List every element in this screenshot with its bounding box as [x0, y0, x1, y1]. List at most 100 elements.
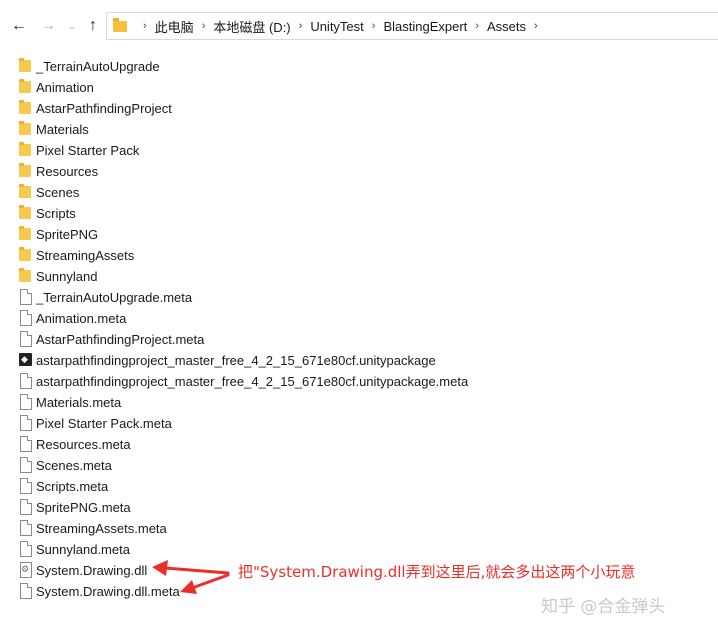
up-button[interactable]: ↑: [83, 16, 103, 36]
document-icon: [18, 499, 32, 515]
file-name: SpritePNG: [36, 226, 99, 242]
file-name: astarpathfindingproject_master_free_4_2_…: [36, 352, 436, 368]
document-icon: [18, 520, 32, 536]
navigation-bar: ← → ⌄ ↑ › 此电脑 › 本地磁盘 (D:) › UnityTest › …: [0, 0, 718, 52]
file-item[interactable]: System.Drawing.dll: [18, 560, 147, 580]
folder-icon: [18, 58, 32, 74]
forward-button[interactable]: →: [38, 16, 58, 36]
document-icon: [18, 583, 32, 599]
file-item[interactable]: Scripts: [18, 203, 76, 223]
chevron-right-icon[interactable]: ›: [135, 20, 155, 32]
file-item[interactable]: Resources: [18, 161, 98, 181]
document-icon: [18, 289, 32, 305]
breadcrumb-local-disk[interactable]: 本地磁盘 (D:): [213, 17, 290, 36]
address-bar[interactable]: › 此电脑 › 本地磁盘 (D:) › UnityTest › Blasting…: [106, 12, 718, 40]
breadcrumb-unitytest[interactable]: UnityTest: [310, 19, 363, 34]
file-item[interactable]: Scenes.meta: [18, 455, 112, 475]
document-icon: [18, 478, 32, 494]
file-item[interactable]: StreamingAssets.meta: [18, 518, 167, 538]
file-item[interactable]: Materials: [18, 119, 89, 139]
recent-locations-button[interactable]: ⌄: [62, 16, 82, 36]
document-icon: [18, 310, 32, 326]
folder-icon: [18, 100, 32, 116]
document-icon: [18, 436, 32, 452]
chevron-down-icon: ⌄: [67, 20, 77, 32]
file-name: Scenes.meta: [36, 457, 112, 473]
folder-icon: [18, 184, 32, 200]
file-name: Sunnyland: [36, 268, 98, 284]
file-name: Scripts.meta: [36, 478, 109, 494]
file-list: _TerrainAutoUpgrade Animation AstarPathfin…: [0, 0, 718, 635]
arrow-icon: [180, 573, 230, 594]
file-item[interactable]: SpritePNG: [18, 224, 98, 244]
file-item[interactable]: AstarPathfindingProject.meta: [18, 329, 204, 349]
chevron-right-icon[interactable]: ›: [364, 20, 384, 32]
back-button[interactable]: ←: [9, 16, 29, 36]
document-icon: [18, 457, 32, 473]
file-item[interactable]: astarpathfindingproject_master_free_4_2_…: [18, 371, 468, 391]
file-name: StreamingAssets: [36, 247, 135, 263]
file-name: StreamingAssets.meta: [36, 520, 167, 536]
file-name: Resources: [36, 163, 99, 179]
document-icon: [18, 331, 32, 347]
file-item[interactable]: Animation.meta: [18, 308, 126, 328]
file-name: _TerrainAutoUpgrade.meta: [36, 289, 193, 305]
file-name: Materials: [36, 121, 89, 137]
file-item[interactable]: AstarPathfindingProject: [18, 98, 172, 118]
folder-icon: [18, 226, 32, 242]
file-item[interactable]: Pixel Starter Pack.meta: [18, 413, 172, 433]
file-item[interactable]: Animation: [18, 77, 94, 97]
file-name: AstarPathfindingProject: [36, 100, 172, 116]
chevron-right-icon[interactable]: ›: [526, 20, 546, 32]
file-item[interactable]: Resources.meta: [18, 434, 131, 454]
file-item[interactable]: Sunnyland: [18, 266, 97, 286]
file-name: Animation.meta: [36, 310, 127, 326]
file-item[interactable]: Sunnyland.meta: [18, 539, 130, 559]
file-name: Pixel Starter Pack.meta: [36, 415, 172, 431]
document-icon: [18, 373, 32, 389]
document-icon: [18, 541, 32, 557]
file-item[interactable]: Materials.meta: [18, 392, 121, 412]
file-name: astarpathfindingproject_master_free_4_2_…: [36, 373, 469, 389]
breadcrumb-blastingexpert[interactable]: BlastingExpert: [383, 19, 467, 34]
file-name: _TerrainAutoUpgrade: [36, 58, 160, 74]
file-name: Resources.meta: [36, 436, 131, 452]
file-name: SpritePNG.meta: [36, 499, 131, 515]
file-name: Animation: [36, 79, 94, 95]
file-name: Scenes: [36, 184, 80, 200]
folder-icon: [18, 205, 32, 221]
arrow-left-icon: ←: [11, 17, 27, 34]
file-item[interactable]: SpritePNG.meta: [18, 497, 131, 517]
file-name: Sunnyland.meta: [36, 541, 130, 557]
folder-icon: [18, 247, 32, 263]
folder-icon: [18, 79, 32, 95]
file-item[interactable]: Scripts.meta: [18, 476, 108, 496]
watermark: 知乎 @合金弹头: [541, 597, 666, 617]
file-item[interactable]: _TerrainAutoUpgrade.meta: [18, 287, 192, 307]
file-name: System.Drawing.dll.meta: [36, 583, 180, 599]
folder-icon: [18, 142, 32, 158]
chevron-right-icon[interactable]: ›: [291, 20, 311, 32]
annotation-text: 把"System.Drawing.dll弄到这里后,就会多出这两个小玩意: [238, 563, 636, 581]
unity-package-icon: [18, 352, 32, 368]
file-item[interactable]: StreamingAssets: [18, 245, 134, 265]
file-name: Scripts: [36, 205, 76, 221]
dll-file-icon: [18, 562, 32, 578]
breadcrumb-this-pc[interactable]: 此电脑: [155, 17, 194, 36]
file-item[interactable]: System.Drawing.dll.meta: [18, 581, 180, 601]
folder-icon: [18, 163, 32, 179]
file-item[interactable]: Scenes: [18, 182, 79, 202]
document-icon: [18, 415, 32, 431]
file-item[interactable]: astarpathfindingproject_master_free_4_2_…: [18, 350, 436, 370]
file-name: Materials.meta: [36, 394, 122, 410]
folder-icon: [18, 121, 32, 137]
file-name: Pixel Starter Pack: [36, 142, 140, 158]
file-item[interactable]: Pixel Starter Pack: [18, 140, 139, 160]
arrow-icon: [152, 560, 230, 576]
file-item[interactable]: _TerrainAutoUpgrade: [18, 56, 160, 76]
breadcrumb-assets[interactable]: Assets: [487, 19, 526, 34]
file-name: System.Drawing.dll: [36, 562, 148, 578]
arrow-right-icon: →: [40, 17, 56, 34]
chevron-right-icon[interactable]: ›: [467, 20, 487, 32]
chevron-right-icon[interactable]: ›: [194, 20, 214, 32]
